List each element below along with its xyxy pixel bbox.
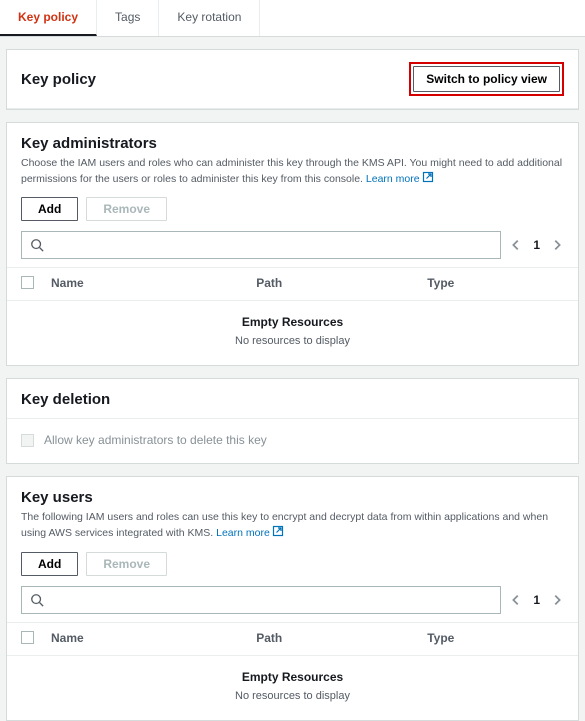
user-search-field[interactable] — [50, 593, 492, 607]
key-users-desc: The following IAM users and roles can us… — [21, 510, 564, 541]
allow-delete-checkbox[interactable] — [21, 434, 34, 447]
col-type: Type — [427, 276, 564, 292]
tab-key-policy[interactable]: Key policy — [0, 0, 97, 36]
col-type: Type — [427, 631, 564, 647]
chevron-right-icon[interactable] — [550, 593, 564, 607]
user-page-number: 1 — [533, 593, 540, 607]
switch-to-policy-view-button[interactable]: Switch to policy view — [413, 66, 560, 92]
empty-title: Empty Resources — [7, 670, 578, 684]
user-table-header: Name Path Type — [7, 622, 578, 656]
empty-title: Empty Resources — [7, 315, 578, 329]
user-empty-state: Empty Resources No resources to display — [7, 656, 578, 720]
add-user-button[interactable]: Add — [21, 552, 78, 576]
admin-table-header: Name Path Type — [7, 267, 578, 301]
key-administrators-title: Key administrators — [21, 135, 564, 152]
external-link-icon — [272, 525, 284, 542]
col-path: Path — [256, 631, 427, 647]
chevron-left-icon[interactable] — [509, 238, 523, 252]
key-administrators-section: Key administrators Choose the IAM users … — [6, 122, 579, 366]
admin-page-number: 1 — [533, 238, 540, 252]
empty-subtitle: No resources to display — [7, 690, 578, 702]
admin-search-input[interactable] — [21, 231, 501, 259]
empty-subtitle: No resources to display — [7, 335, 578, 347]
learn-more-link[interactable]: Learn more — [216, 525, 284, 542]
select-all-checkbox[interactable] — [21, 276, 34, 289]
key-users-section: Key users The following IAM users and ro… — [6, 476, 579, 720]
key-deletion-section: Key deletion Allow key administrators to… — [6, 378, 579, 464]
remove-administrator-button[interactable]: Remove — [86, 197, 167, 221]
chevron-left-icon[interactable] — [509, 593, 523, 607]
admin-pagination: 1 — [509, 238, 564, 252]
user-search-input[interactable] — [21, 586, 501, 614]
search-icon — [30, 238, 44, 252]
select-all-checkbox[interactable] — [21, 631, 34, 644]
external-link-icon — [422, 171, 434, 188]
search-icon — [30, 593, 44, 607]
user-pagination: 1 — [509, 593, 564, 607]
add-administrator-button[interactable]: Add — [21, 197, 78, 221]
switch-highlight: Switch to policy view — [409, 62, 564, 96]
remove-user-button[interactable]: Remove — [86, 552, 167, 576]
allow-delete-label: Allow key administrators to delete this … — [44, 433, 267, 447]
tab-tags[interactable]: Tags — [97, 0, 159, 36]
tab-bar: Key policy Tags Key rotation — [0, 0, 585, 37]
admin-empty-state: Empty Resources No resources to display — [7, 301, 578, 365]
tab-key-rotation[interactable]: Key rotation — [159, 0, 260, 36]
chevron-right-icon[interactable] — [550, 238, 564, 252]
learn-more-link[interactable]: Learn more — [366, 171, 434, 188]
col-name: Name — [51, 631, 256, 647]
key-administrators-desc: Choose the IAM users and roles who can a… — [21, 156, 564, 187]
key-policy-panel: Key policy Switch to policy view — [6, 49, 579, 110]
col-path: Path — [256, 276, 427, 292]
key-users-title: Key users — [21, 489, 564, 506]
key-deletion-title: Key deletion — [21, 391, 564, 408]
key-policy-title: Key policy — [21, 71, 96, 88]
col-name: Name — [51, 276, 256, 292]
admin-search-field[interactable] — [50, 238, 492, 252]
